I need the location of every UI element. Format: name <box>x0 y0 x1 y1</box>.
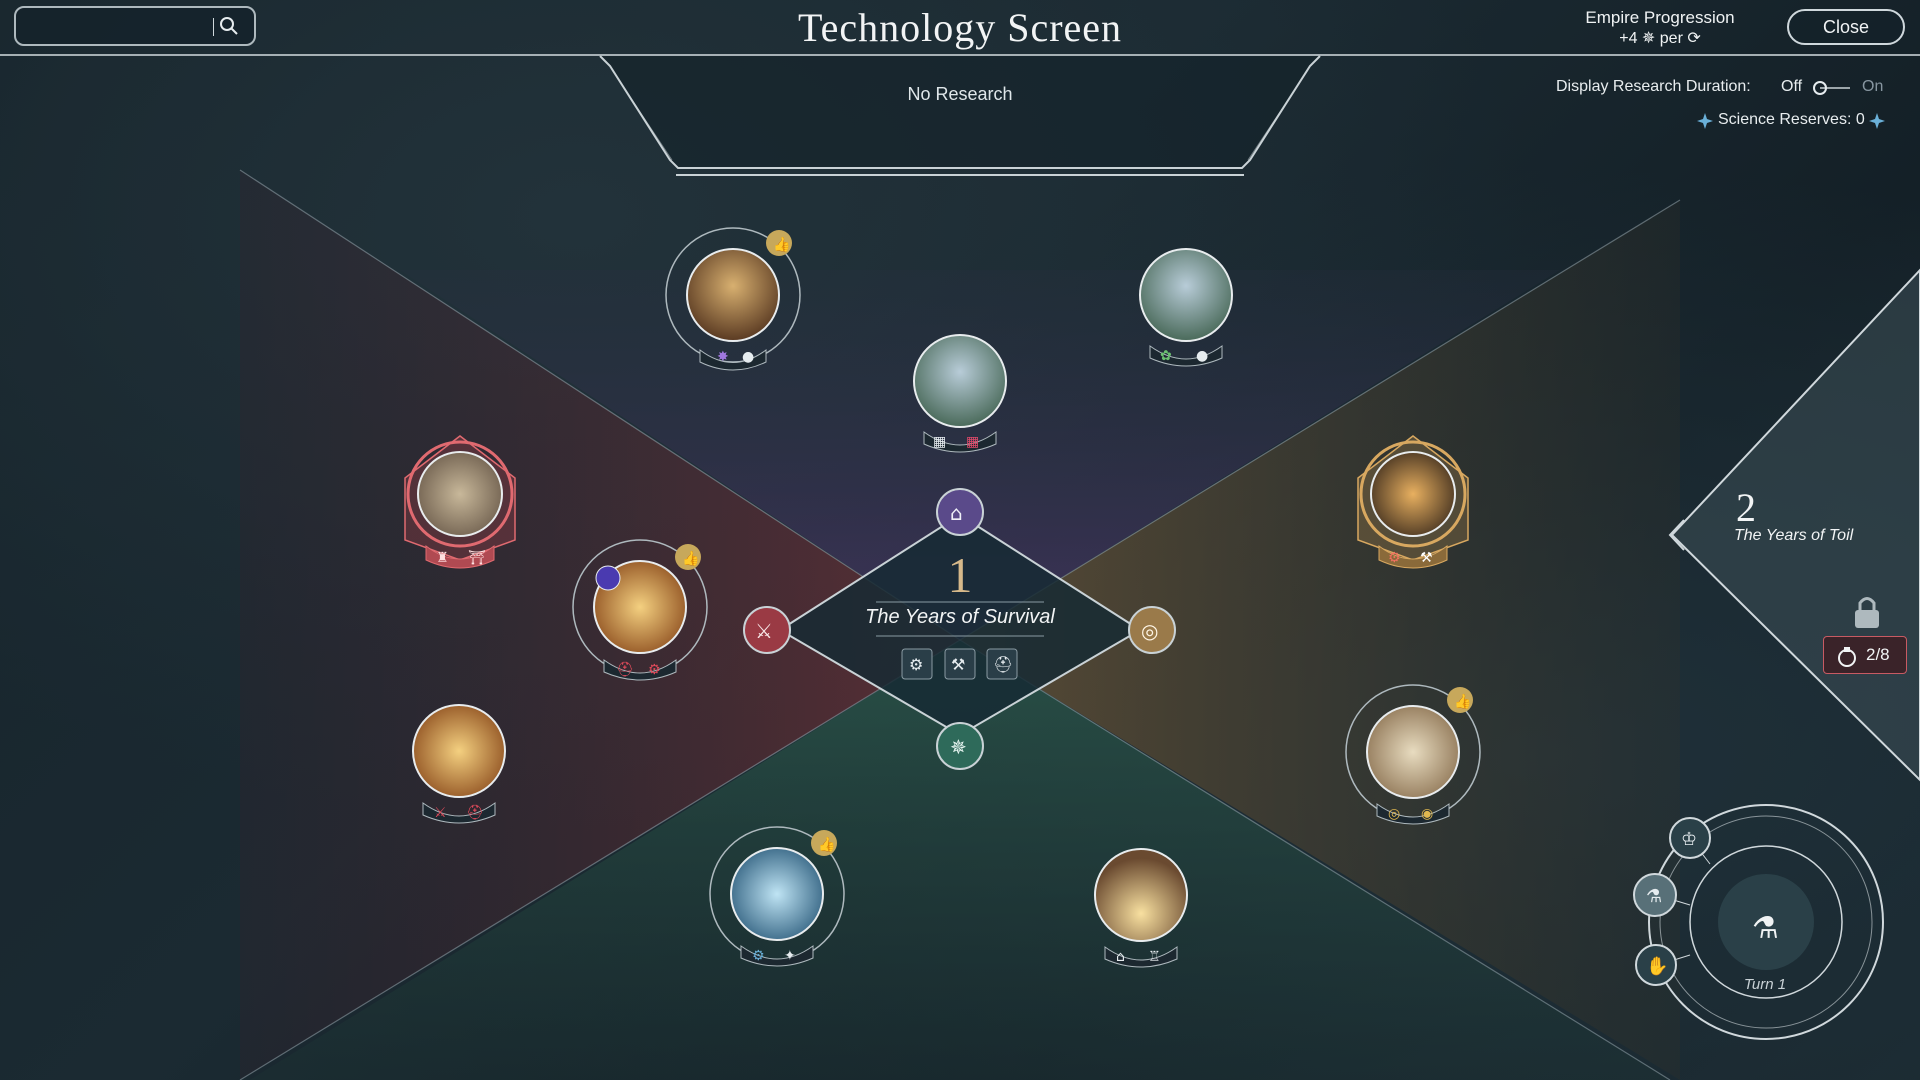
gear-leaf-icon: ✿ <box>1160 348 1172 364</box>
sword-icon: ⚔ <box>434 805 447 821</box>
dial-button-top[interactable]: ♔ <box>1669 817 1711 859</box>
current-era-number: 1 <box>947 547 973 603</box>
tech-node-military-wall[interactable]: ♜ ⛩ <box>404 435 516 569</box>
military-quadrant-button[interactable]: ⚔ <box>743 606 791 654</box>
gear-icon: ⚙ <box>648 662 661 678</box>
flask-icon <box>1838 647 1856 667</box>
next-era-number: 2 <box>1736 485 1756 530</box>
crystal-icon: ✦ <box>784 948 796 964</box>
gear-house-icon: ⌂ <box>1116 949 1125 965</box>
era-goal-3[interactable]: ⛑ <box>986 648 1018 680</box>
helmet-plus-icon: ⛑ <box>616 662 634 678</box>
economy-quadrant-button[interactable]: ◎ <box>1128 606 1176 654</box>
tech-node-science-bottom-right[interactable]: ⌂ ♖ <box>1094 848 1188 968</box>
thumbs-up-icon: 👍 <box>1454 693 1471 710</box>
era-marker-icon <box>595 565 621 591</box>
next-era-name: The Years of Toil <box>1734 527 1854 544</box>
tower-icon: ♖ <box>1148 949 1161 965</box>
person-icon: ● <box>742 349 754 365</box>
building-icon: ▦ <box>966 434 979 450</box>
crown-icon: ♔ <box>1681 829 1697 850</box>
tech-node-society-top-left[interactable]: ✸ ● 👍 <box>665 227 801 371</box>
coin-icon: ◉ <box>1421 806 1433 822</box>
tech-node-economy-food[interactable]: ◎ ◉ 👍 <box>1345 684 1481 825</box>
lock-icon <box>1855 597 1879 628</box>
tech-node-economy-smith[interactable]: ⚙ ⚒ <box>1357 435 1469 569</box>
handshake-icon: ✋ <box>1646 955 1668 977</box>
tech-nodes-layer: ✸ ● 👍 ▦ ▦ ✿ ● ♜ ⛩ ⛑ ⚙ 👍 ⚔ ⛑ ⚙ ⚒ ◎ ◉ 👍 ⚙ … <box>404 227 1879 986</box>
era-progress-badge: 2/8 <box>1823 636 1907 674</box>
tech-node-society-center[interactable]: ▦ ▦ <box>913 334 1007 453</box>
magnifier-gear-icon: ⚙ <box>909 655 923 674</box>
gear-icon: ⚙ <box>752 948 765 964</box>
fortress-icon: ♜ <box>436 550 449 566</box>
era-progress-value: 2/8 <box>1866 645 1890 664</box>
thumbs-up-icon: 👍 <box>818 836 835 853</box>
star-gear-icon: ✸ <box>717 349 729 365</box>
era-goal-1[interactable]: ⚙ <box>901 648 933 680</box>
helmet-sword-icon: ⛑ <box>993 655 1013 674</box>
tech-node-military-warrior[interactable]: ⚔ ⛑ <box>412 704 506 824</box>
end-turn-button[interactable]: ⚗ <box>1752 911 1779 946</box>
star-compass-icon: ✵ <box>950 735 967 759</box>
tech-node-society-top-right[interactable]: ✿ ● <box>1139 248 1233 367</box>
gate-icon: ⛩ <box>468 550 486 566</box>
tech-node-science-bottom-left[interactable]: ⚙ ✦ 👍 <box>709 826 845 967</box>
thumbs-up-icon: 👍 <box>773 236 790 253</box>
gear-icon: ⚙ <box>1388 550 1401 566</box>
crossed-swords-icon: ⚔ <box>755 619 773 643</box>
era-goal-2[interactable]: ⚒ <box>944 648 976 680</box>
building-plus-icon: ▦ <box>933 434 946 450</box>
science-quadrant-button[interactable]: ✵ <box>936 722 984 770</box>
thumbs-up-icon: 👍 <box>682 550 699 567</box>
current-era-name: The Years of Survival <box>865 606 1055 628</box>
society-quadrant-button[interactable]: ⌂ <box>936 488 984 536</box>
coin-stack-icon: ◎ <box>1388 806 1400 822</box>
crossed-tools-icon: ⚒ <box>951 655 965 674</box>
turn-label: Turn 1 <box>1743 976 1787 993</box>
dial-button-bottom[interactable]: ✋ <box>1635 944 1677 986</box>
helmet-plus-icon: ⛑ <box>466 805 484 821</box>
person-icon: ● <box>1196 348 1208 364</box>
dial-button-middle[interactable]: ⚗ <box>1633 873 1677 917</box>
coins-icon: ◎ <box>1141 619 1158 643</box>
flask-icon: ⚗ <box>1646 886 1662 907</box>
tools-icon: ⚒ <box>1420 550 1433 566</box>
flask-icon: ⚗ <box>1752 911 1779 946</box>
tech-node-military-fire[interactable]: ⛑ ⚙ 👍 <box>572 539 708 681</box>
pillar-building-icon: ⌂ <box>950 501 963 525</box>
